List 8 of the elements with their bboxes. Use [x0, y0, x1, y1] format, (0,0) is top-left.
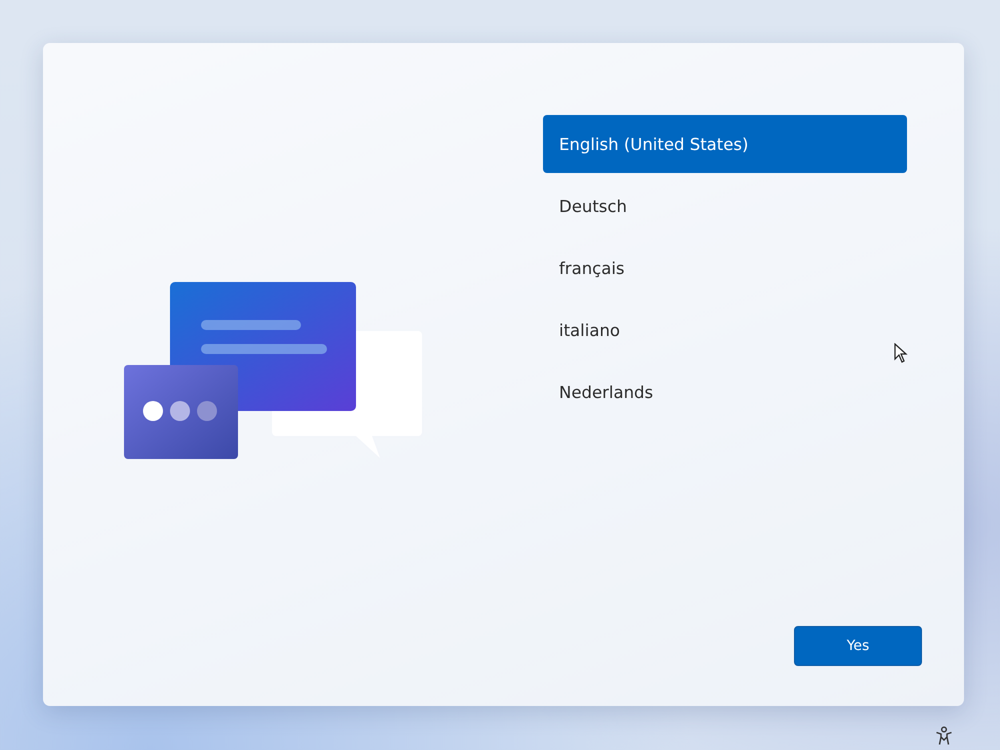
language-option[interactable]: Deutsch: [543, 177, 907, 235]
accessibility-icon[interactable]: [935, 726, 953, 746]
language-option[interactable]: Nederlands: [543, 363, 907, 421]
yes-button[interactable]: Yes: [794, 626, 922, 666]
language-option[interactable]: italiano: [543, 301, 907, 359]
mouse-pointer-icon: [894, 343, 908, 363]
language-option[interactable]: français: [543, 239, 907, 297]
language-option[interactable]: English (United States): [543, 115, 907, 173]
